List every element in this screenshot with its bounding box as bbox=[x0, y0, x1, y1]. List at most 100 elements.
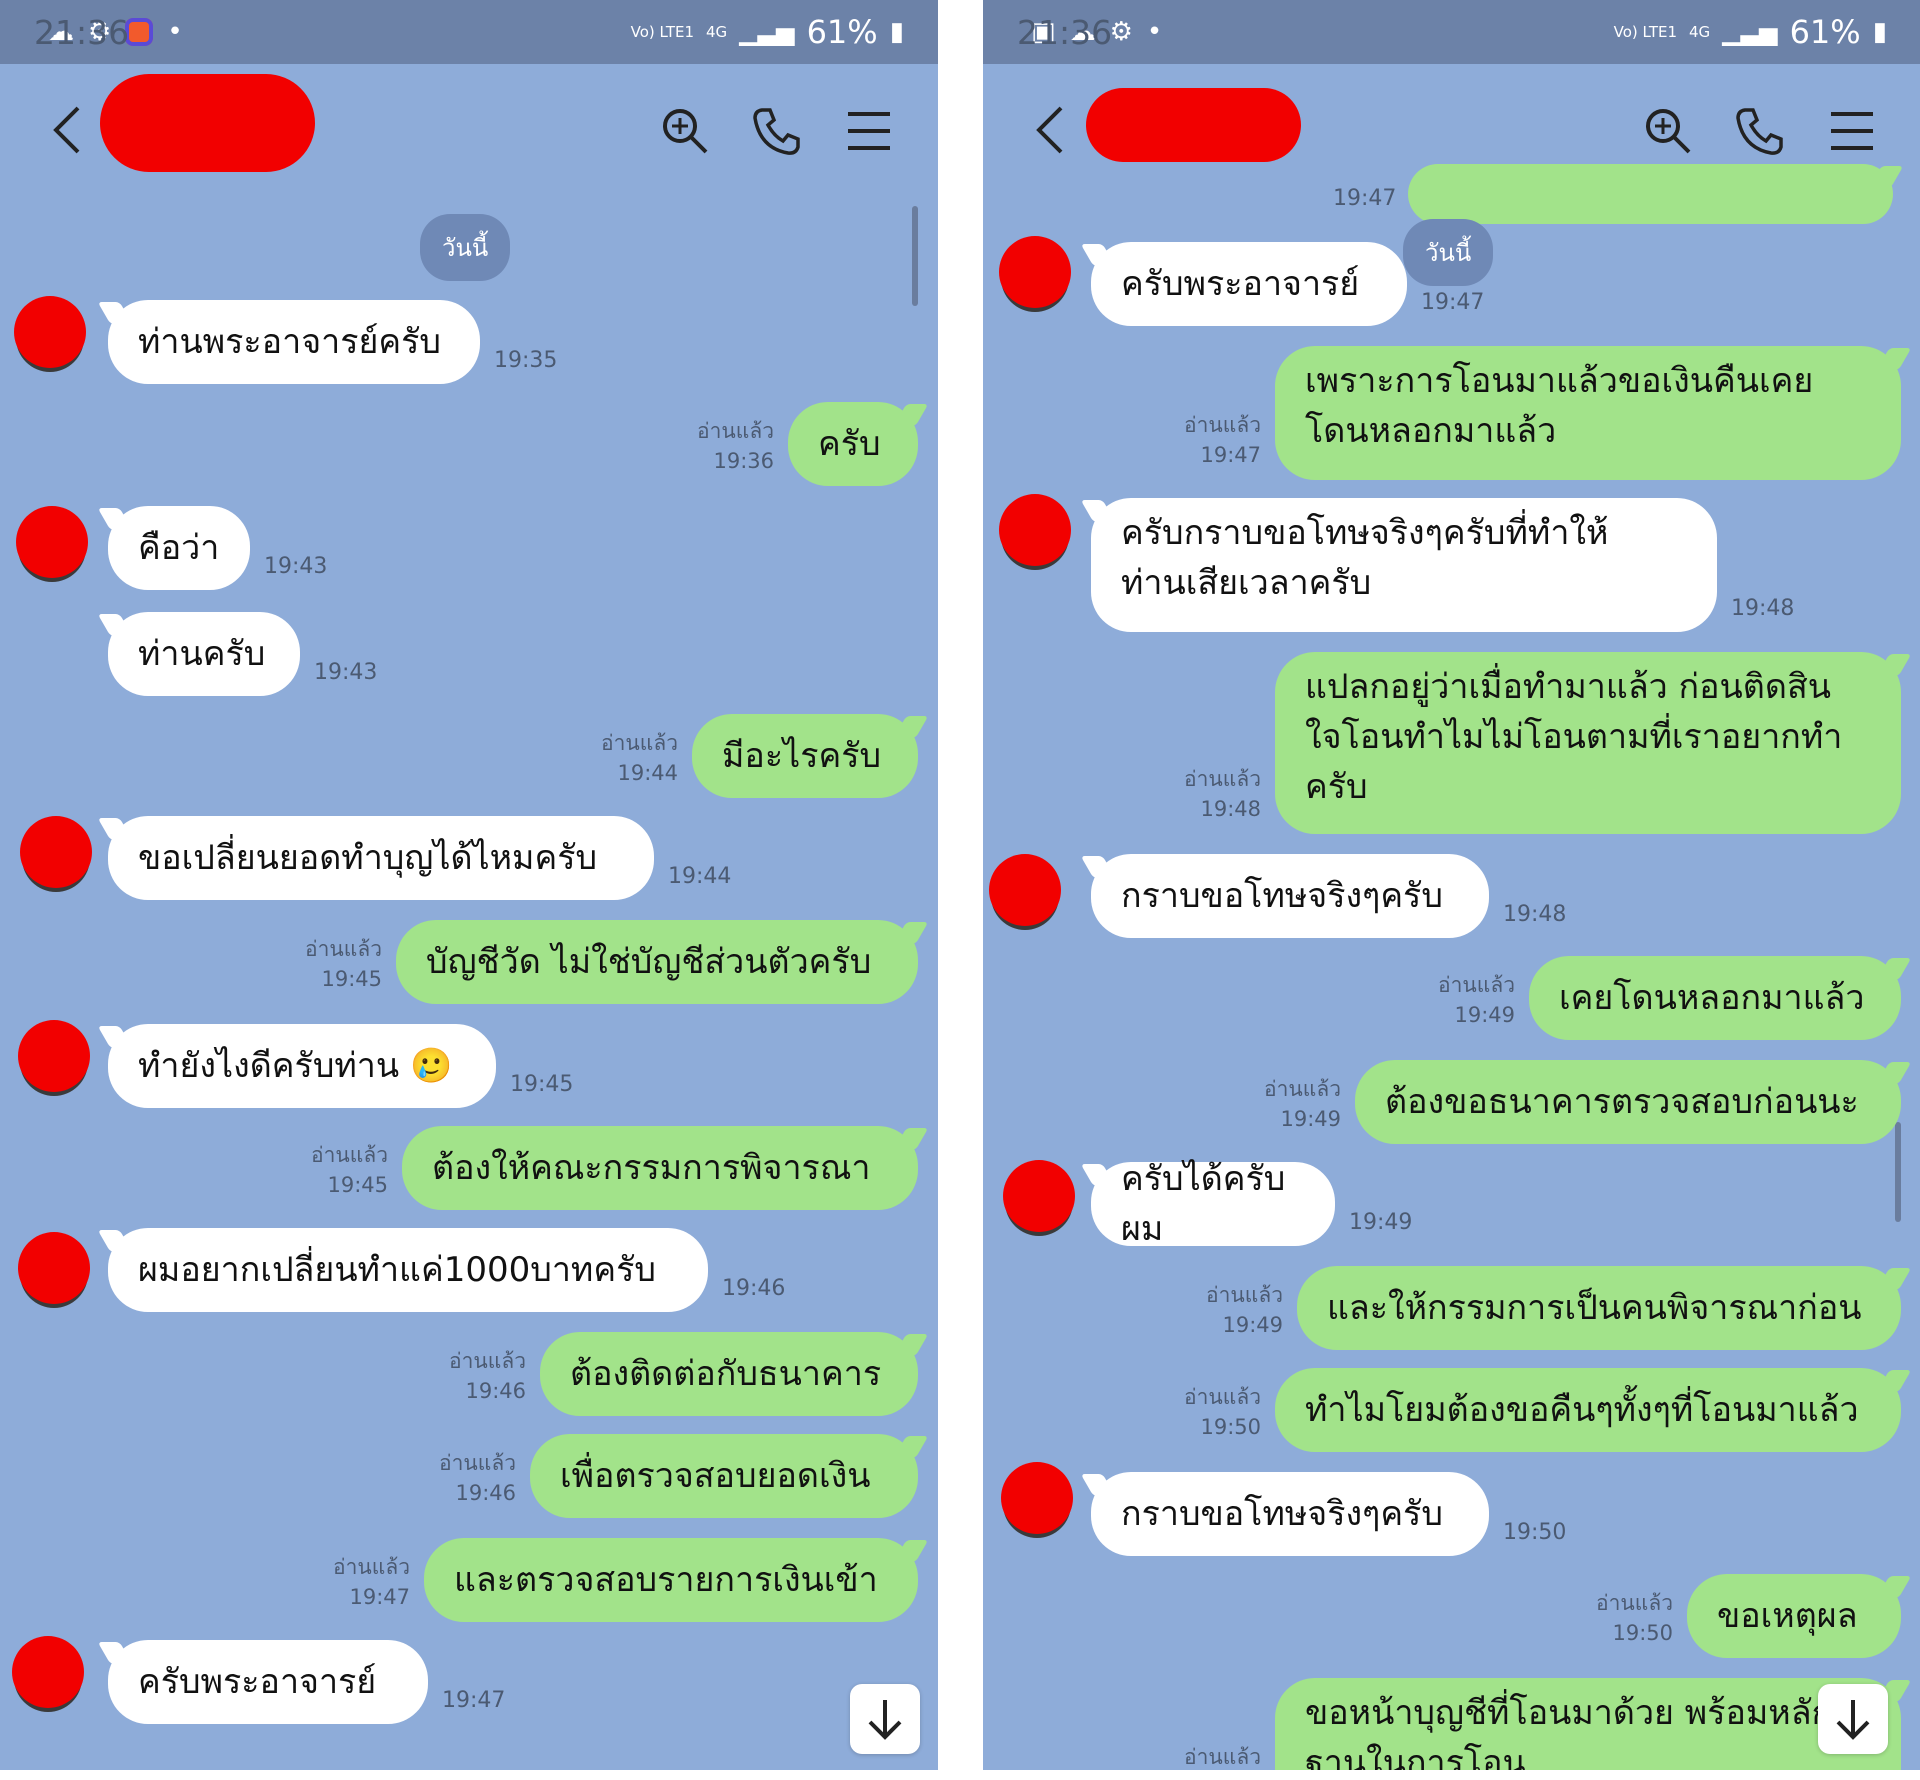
avatar[interactable] bbox=[999, 236, 1071, 308]
phone-call-icon[interactable] bbox=[750, 104, 804, 158]
avatar[interactable] bbox=[999, 494, 1071, 566]
read-label: อ่านแล้ว bbox=[1438, 973, 1515, 997]
incoming-message-bubble[interactable]: ครับกราบขอโทษจริงๆครับที่ทำให้ ท่านเสียเ… bbox=[1091, 498, 1717, 632]
incoming-message-bubble[interactable]: ครับพระอาจารย์ bbox=[108, 1640, 428, 1724]
avatar[interactable] bbox=[20, 816, 92, 888]
avatar[interactable] bbox=[1001, 1462, 1073, 1534]
outgoing-message-bubble[interactable]: ขอหน้าบุญชีที่โอนมาด้วย พร้อมหลัก ฐานในก… bbox=[1275, 1678, 1901, 1770]
message-text: กราบขอโทษจริงๆครับ bbox=[1121, 876, 1443, 916]
message-text: กราบขอโทษจริงๆครับ bbox=[1121, 1494, 1443, 1534]
read-receipt: อ่านแล้ว 19:46 bbox=[426, 1448, 516, 1508]
incoming-message-bubble[interactable]: กราบขอโทษจริงๆครับ bbox=[1091, 1472, 1489, 1556]
message-timestamp: 19:47 bbox=[1200, 443, 1261, 467]
message-list[interactable]: 19:47 วันนี้ ครับพระอาจารย์ 19:47 เพราะการ… bbox=[983, 164, 1920, 1770]
avatar[interactable] bbox=[989, 854, 1061, 926]
message-timestamp: 19:48 bbox=[1731, 596, 1795, 621]
battery-icon: ▮ bbox=[889, 17, 904, 47]
signal-icon: ▁▃▅ bbox=[1722, 18, 1778, 46]
message-timestamp: 19:49 bbox=[1349, 1210, 1413, 1235]
message-text: เพราะการโอนมาแล้วขอเงินคืนเคย โดนหลอกมาแ… bbox=[1305, 361, 1814, 451]
message-text: ครับพระอาจารย์ bbox=[138, 1662, 377, 1702]
read-receipt: อ่านแล้ว bbox=[1171, 1742, 1261, 1770]
outgoing-message-bubble[interactable]: และให้กรรมการเป็นคนพิจารณาก่อน bbox=[1297, 1266, 1901, 1350]
outgoing-message-bubble[interactable]: แปลกอยู่ว่าเมื่อทำมาแล้ว ก่อนติดสิน ใจโอ… bbox=[1275, 652, 1901, 834]
outgoing-message-bubble[interactable]: ครับ bbox=[788, 402, 918, 486]
read-label: อ่านแล้ว bbox=[1596, 1591, 1673, 1615]
app-notification-icon bbox=[125, 18, 154, 46]
scrollbar[interactable] bbox=[912, 206, 918, 306]
menu-icon[interactable] bbox=[842, 104, 896, 158]
message-text: ทำไมโยมต้องขอคืนๆทั้งๆที่โอนมาแล้ว bbox=[1305, 1390, 1859, 1430]
incoming-message-bubble[interactable]: ครับพระอาจารย์ bbox=[1091, 242, 1407, 326]
outgoing-message-bubble[interactable]: ทำไมโยมต้องขอคืนๆทั้งๆที่โอนมาแล้ว bbox=[1275, 1368, 1901, 1452]
message-timestamp: 19:50 bbox=[1200, 1415, 1261, 1439]
read-receipt: อ่านแล้ว 19:36 bbox=[684, 416, 774, 476]
outgoing-message-bubble[interactable]: ต้องติดต่อกับธนาคาร bbox=[540, 1332, 918, 1416]
gear-icon: ⚙ bbox=[1109, 17, 1133, 47]
incoming-message-bubble[interactable]: กราบขอโทษจริงๆครับ bbox=[1091, 854, 1489, 938]
incoming-message-bubble[interactable]: ครับได้ครับผม bbox=[1091, 1159, 1335, 1249]
back-arrow-icon[interactable] bbox=[1023, 100, 1083, 160]
incoming-message-bubble[interactable]: ผมอยากเปลี่ยนทำแค่1000บาทครับ bbox=[108, 1228, 708, 1312]
message-text: และตรวจสอบรายการเงินเข้า bbox=[454, 1560, 878, 1600]
message-timestamp: 19:49 bbox=[1280, 1107, 1341, 1131]
outgoing-message-bubble[interactable]: เพื่อตรวจสอบยอดเงิน bbox=[530, 1434, 918, 1518]
read-label: อ่านแล้ว bbox=[697, 419, 774, 443]
battery-icon: ▮ bbox=[1872, 17, 1887, 47]
read-label: อ่านแล้ว bbox=[305, 937, 382, 961]
incoming-message-bubble[interactable]: ขอเปลี่ยนยอดทำบุญได้ไหมครับ bbox=[108, 816, 654, 900]
message-list[interactable]: วันนี้ ท่านพระอาจารย์ครับ 19:35 ครับ อ่านแล… bbox=[0, 194, 938, 1770]
back-arrow-icon[interactable] bbox=[40, 100, 100, 160]
message-timestamp: 19:43 bbox=[314, 660, 378, 685]
menu-icon[interactable] bbox=[1825, 104, 1879, 158]
avatar[interactable] bbox=[18, 1020, 90, 1092]
outgoing-message-bubble[interactable]: เพราะการโอนมาแล้วขอเงินคืนเคย โดนหลอกมาแ… bbox=[1275, 346, 1901, 480]
outgoing-message-bubble[interactable]: เคยโดนหลอกมาแล้ว bbox=[1529, 956, 1901, 1040]
incoming-message-bubble[interactable]: ทำยังไงดีครับท่าน 🥲 bbox=[108, 1024, 496, 1108]
outgoing-message-bubble[interactable]: และตรวจสอบรายการเงินเข้า bbox=[424, 1538, 918, 1622]
message-text: บัญชีวัด ไม่ใช่บัญชีส่วนตัวครับ bbox=[426, 942, 872, 982]
message-timestamp: 19:48 bbox=[1503, 902, 1567, 927]
partial-timestamp: 19:47 bbox=[1333, 186, 1397, 211]
message-timestamp: 19:47 bbox=[349, 1585, 410, 1609]
avatar[interactable] bbox=[18, 1232, 90, 1304]
message-timestamp: 19:50 bbox=[1503, 1520, 1567, 1545]
avatar[interactable] bbox=[12, 1636, 84, 1708]
message-text: ขอเหตุผล bbox=[1717, 1596, 1858, 1636]
read-label: อ่านแล้ว bbox=[601, 731, 678, 755]
read-label: อ่านแล้ว bbox=[1264, 1077, 1341, 1101]
scroll-to-bottom-button[interactable] bbox=[1818, 1684, 1888, 1754]
avatar[interactable] bbox=[16, 506, 88, 578]
read-label: อ่านแล้ว bbox=[1184, 1385, 1261, 1409]
search-icon[interactable] bbox=[658, 104, 712, 158]
scroll-to-bottom-button[interactable] bbox=[850, 1684, 920, 1754]
scrollbar[interactable] bbox=[1895, 1122, 1901, 1222]
message-text: ทำยังไงดีครับท่าน 🥲 bbox=[138, 1046, 453, 1086]
read-receipt: อ่านแล้ว 19:47 bbox=[320, 1552, 410, 1612]
outgoing-message-bubble[interactable]: ต้องขอธนาคารตรวจสอบก่อนนะ bbox=[1355, 1060, 1901, 1144]
avatar[interactable] bbox=[1003, 1160, 1075, 1232]
message-timestamp: 19:45 bbox=[321, 967, 382, 991]
network-type: 4G bbox=[706, 23, 728, 41]
phone-call-icon[interactable] bbox=[1733, 104, 1787, 158]
incoming-message-bubble[interactable]: คือว่า bbox=[108, 506, 250, 590]
search-icon[interactable] bbox=[1641, 104, 1695, 158]
avatar[interactable] bbox=[14, 296, 86, 368]
outgoing-message-bubble[interactable]: ต้องให้คณะกรรมการพิจารณา bbox=[402, 1126, 918, 1210]
partial-message-bubble[interactable] bbox=[1408, 164, 1893, 224]
outgoing-message-bubble[interactable]: บัญชีวัด ไม่ใช่บัญชีส่วนตัวครับ bbox=[396, 920, 918, 1004]
read-receipt: อ่านแล้ว 19:45 bbox=[298, 1140, 388, 1200]
read-receipt: อ่านแล้ว 19:48 bbox=[1171, 764, 1261, 824]
outgoing-message-bubble[interactable]: ขอเหตุผล bbox=[1687, 1574, 1901, 1658]
read-receipt: อ่านแล้ว 19:50 bbox=[1171, 1382, 1261, 1442]
incoming-message-bubble[interactable]: ท่านพระอาจารย์ครับ bbox=[108, 300, 480, 384]
chat-screen-right: 21:36 ▣ ☁ ⚙ • Vo) LTE1 4G ▁▃▅ 61% ▮ 19:4… bbox=[983, 0, 1920, 1770]
date-divider: วันนี้ bbox=[1403, 219, 1494, 286]
message-text: ท่านพระอาจารย์ครับ bbox=[138, 322, 441, 362]
outgoing-message-bubble[interactable]: มีอะไรครับ bbox=[692, 714, 918, 798]
chat-header bbox=[0, 64, 938, 194]
volte-indicator: Vo) LTE1 bbox=[1613, 23, 1678, 41]
message-timestamp: 19:49 bbox=[1222, 1313, 1283, 1337]
incoming-message-bubble[interactable]: ท่านครับ bbox=[108, 612, 300, 696]
battery-level: 61% bbox=[1789, 13, 1861, 51]
